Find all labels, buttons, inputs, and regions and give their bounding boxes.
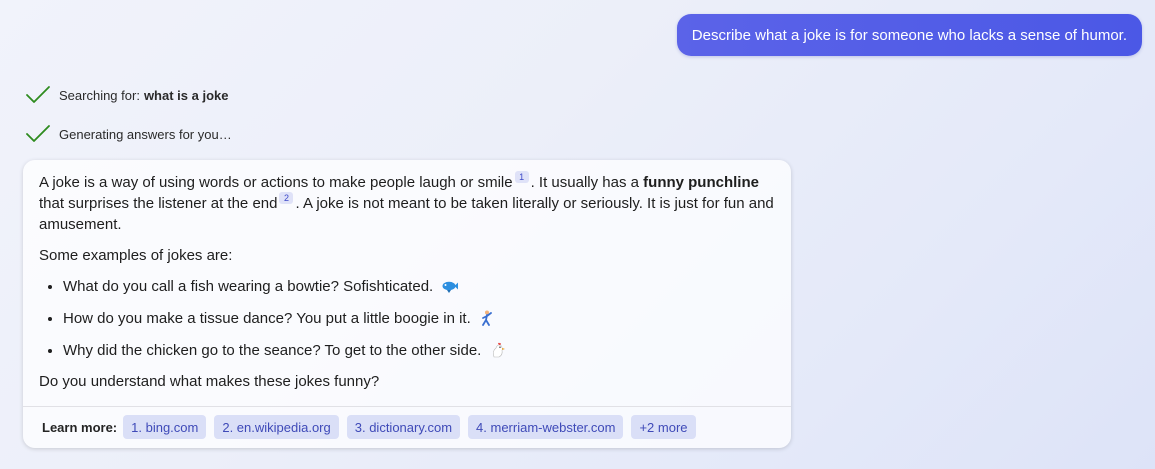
answer-body: A joke is a way of using words or action… (23, 160, 791, 392)
status-generating-text: Generating answers for you… (59, 126, 232, 142)
user-message-bubble: Describe what a joke is for someone who … (676, 14, 1142, 56)
chicken-icon (492, 342, 505, 358)
answer-text: A joke is a way of using words or action… (39, 174, 513, 191)
answer-text: that surprises the listener at the end (39, 195, 278, 212)
list-item: How do you make a tissue dance? You put … (63, 308, 775, 329)
checkmark-icon (26, 125, 50, 142)
citation-2[interactable]: 2 (279, 192, 294, 204)
learn-more-bar: Learn more: 1. bing.com 2. en.wikipedia.… (42, 415, 704, 439)
joke-text: Why did the chicken go to the seance? To… (63, 342, 482, 359)
answer-paragraph-1: A joke is a way of using words or action… (39, 171, 775, 235)
checkmark-icon (26, 86, 50, 103)
list-item: What do you call a fish wearing a bowtie… (63, 276, 775, 297)
learn-more-label: Learn more: (42, 419, 118, 435)
dancer-icon (482, 310, 492, 326)
joke-text: How do you make a tissue dance? You put … (63, 310, 471, 327)
fish-icon (442, 281, 459, 293)
status-searching-prefix: Searching for: (59, 87, 140, 103)
answer-card: A joke is a way of using words or action… (23, 160, 791, 448)
source-link-dictionary[interactable]: 3. dictionary.com (346, 415, 461, 439)
joke-text: What do you call a fish wearing a bowtie… (63, 278, 434, 295)
answer-paragraph-2: Some examples of jokes are: (39, 247, 233, 264)
citation-1[interactable]: 1 (514, 171, 529, 183)
status-searching: Searching for: what is a joke (25, 84, 228, 106)
source-link-bing[interactable]: 1. bing.com (123, 415, 207, 439)
answer-bold-text: funny punchline (643, 174, 759, 191)
answer-text: . It usually has a (530, 174, 639, 191)
more-sources-button[interactable]: +2 more (631, 415, 696, 439)
status-generating: Generating answers for you… (25, 123, 232, 145)
status-searching-query: what is a joke (143, 87, 229, 103)
list-item: Why did the chicken go to the seance? To… (63, 340, 775, 361)
source-link-wikipedia[interactable]: 2. en.wikipedia.org (214, 415, 339, 439)
divider (23, 406, 791, 407)
answer-paragraph-3: Do you understand what makes these jokes… (39, 373, 380, 390)
joke-list: What do you call a fish wearing a bowtie… (39, 276, 775, 361)
source-link-merriam-webster[interactable]: 4. merriam-webster.com (468, 415, 624, 439)
